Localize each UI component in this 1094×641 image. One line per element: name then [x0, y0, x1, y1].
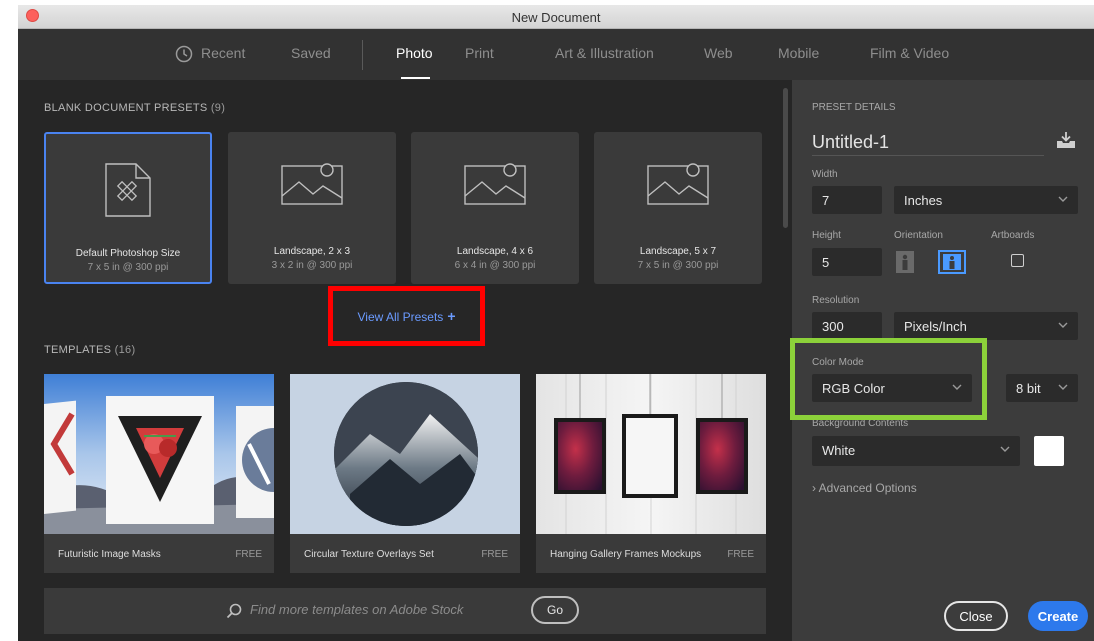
preset-name: Landscape, 4 x 6: [456, 246, 534, 257]
tab-print[interactable]: Print: [465, 45, 494, 61]
free-badge: FREE: [235, 549, 262, 560]
template-name: Hanging Gallery Frames Mockups: [550, 549, 702, 560]
preset-name: Landscape, 5 x 7: [639, 246, 717, 257]
landscape-orientation-icon[interactable]: [938, 250, 966, 274]
template-name: Futuristic Image Masks: [58, 549, 161, 560]
category-tabs: Recent Saved Photo Print Art & Illustrat…: [18, 30, 1094, 80]
template-name: Circular Texture Overlays Set: [304, 549, 434, 560]
chevron-down-icon: [1058, 384, 1068, 390]
chevron-right-icon: ›: [812, 481, 816, 495]
go-button[interactable]: Go: [531, 596, 579, 624]
preset-meta: 6 x 4 in @ 300 ppi: [454, 260, 536, 271]
bit-depth-select[interactable]: 8 bit: [1006, 374, 1078, 402]
presets-count: (9): [210, 102, 226, 114]
template-thumbnail: [290, 374, 520, 534]
tab-art-illustration[interactable]: Art & Illustration: [555, 45, 654, 61]
height-value: 5: [822, 255, 830, 270]
background-color-swatch[interactable]: [1034, 436, 1064, 466]
presets-heading: BLANK DOCUMENT PRESETS (9): [44, 102, 225, 114]
image-icon: [464, 163, 526, 205]
tab-photo[interactable]: Photo: [396, 45, 433, 61]
view-all-presets-highlight: View All Presets +: [328, 286, 485, 346]
preset-details-heading: PRESET DETAILS: [812, 102, 896, 113]
width-label: Width: [812, 169, 838, 180]
create-button[interactable]: Create: [1028, 601, 1088, 631]
template-card-gallery-frames[interactable]: Hanging Gallery Frames Mockups FREE: [536, 374, 766, 573]
title-bar: New Document: [18, 5, 1094, 29]
preset-meta: 7 x 5 in @ 300 ppi: [87, 262, 169, 273]
search-icon: [226, 603, 242, 619]
active-tab-indicator: [401, 77, 430, 79]
templates-heading-text: TEMPLATES: [44, 344, 112, 356]
resolution-label: Resolution: [812, 295, 860, 306]
background-contents-select[interactable]: White: [812, 436, 1020, 466]
resolution-value: 300: [822, 319, 844, 334]
chevron-down-icon: [1058, 196, 1068, 202]
tab-mobile[interactable]: Mobile: [778, 45, 819, 61]
template-thumbnail: [44, 374, 274, 534]
free-badge: FREE: [481, 549, 508, 560]
image-icon: [281, 163, 343, 205]
preset-card-default[interactable]: Default Photoshop Size 7 x 5 in @ 300 pp…: [44, 132, 212, 284]
advanced-options-toggle[interactable]: › Advanced Options: [812, 481, 917, 495]
templates-heading: TEMPLATES (16): [44, 344, 135, 356]
document-name-input[interactable]: [812, 130, 1044, 156]
portrait-orientation-icon[interactable]: [894, 250, 916, 274]
view-all-presets-link[interactable]: View All Presets +: [333, 308, 480, 324]
resolution-input[interactable]: 300: [812, 312, 882, 340]
resolution-unit-select[interactable]: Pixels/Inch: [894, 312, 1078, 340]
width-unit-select[interactable]: Inches: [894, 186, 1078, 214]
chevron-down-icon: [1000, 446, 1010, 452]
tab-recent[interactable]: Recent: [201, 45, 245, 61]
view-all-presets-label: View All Presets: [357, 310, 444, 324]
document-icon: [105, 163, 151, 217]
preset-card-landscape-5x7[interactable]: Landscape, 5 x 7 7 x 5 in @ 300 ppi: [594, 132, 762, 284]
template-thumbnail: [536, 374, 766, 534]
close-button[interactable]: Close: [944, 601, 1008, 631]
save-preset-icon[interactable]: [1056, 131, 1076, 149]
orientation-label: Orientation: [894, 230, 943, 241]
artboards-label: Artboards: [991, 230, 1035, 241]
advanced-options-label: Advanced Options: [818, 481, 917, 495]
tab-web[interactable]: Web: [704, 45, 733, 61]
image-icon: [647, 163, 709, 205]
artboards-checkbox[interactable]: [1011, 254, 1024, 267]
clock-icon: [175, 45, 193, 63]
tab-saved[interactable]: Saved: [291, 45, 331, 61]
new-document-dialog: New Document Recent Saved Photo Print Ar…: [18, 5, 1094, 641]
plus-icon: +: [447, 308, 456, 324]
preset-name: Landscape, 2 x 3: [273, 246, 351, 257]
templates-count: (16): [114, 344, 136, 356]
preset-card-landscape-2x3[interactable]: Landscape, 2 x 3 3 x 2 in @ 300 ppi: [228, 132, 396, 284]
window-title: New Document: [511, 10, 601, 25]
stock-search-input[interactable]: [250, 602, 520, 617]
preset-card-landscape-4x6[interactable]: Landscape, 4 x 6 6 x 4 in @ 300 ppi: [411, 132, 579, 284]
preset-meta: 3 x 2 in @ 300 ppi: [271, 260, 353, 271]
template-card-futuristic-masks[interactable]: Futuristic Image Masks FREE: [44, 374, 274, 573]
resolution-unit-value: Pixels/Inch: [904, 319, 967, 334]
tab-film-video[interactable]: Film & Video: [870, 45, 949, 61]
height-input[interactable]: 5: [812, 248, 882, 276]
preset-meta: 7 x 5 in @ 300 ppi: [637, 260, 719, 271]
template-card-circular-overlays[interactable]: Circular Texture Overlays Set FREE: [290, 374, 520, 573]
height-label: Height: [812, 230, 841, 241]
background-contents-value: White: [822, 443, 856, 458]
chevron-down-icon: [1058, 322, 1068, 328]
presets-pane: BLANK DOCUMENT PRESETS (9) Default Photo…: [18, 80, 780, 641]
preset-name: Default Photoshop Size: [75, 248, 181, 259]
free-badge: FREE: [727, 549, 754, 560]
width-input[interactable]: 7: [812, 186, 882, 214]
width-unit-value: Inches: [904, 193, 943, 208]
tab-divider: [362, 40, 363, 70]
scrollbar-thumb[interactable]: [783, 88, 788, 228]
stock-search-bar: Go: [44, 588, 766, 634]
bit-depth-value: 8 bit: [1016, 381, 1041, 396]
color-mode-highlight: [790, 338, 987, 420]
presets-heading-text: BLANK DOCUMENT PRESETS: [44, 102, 208, 114]
width-value: 7: [822, 193, 830, 208]
